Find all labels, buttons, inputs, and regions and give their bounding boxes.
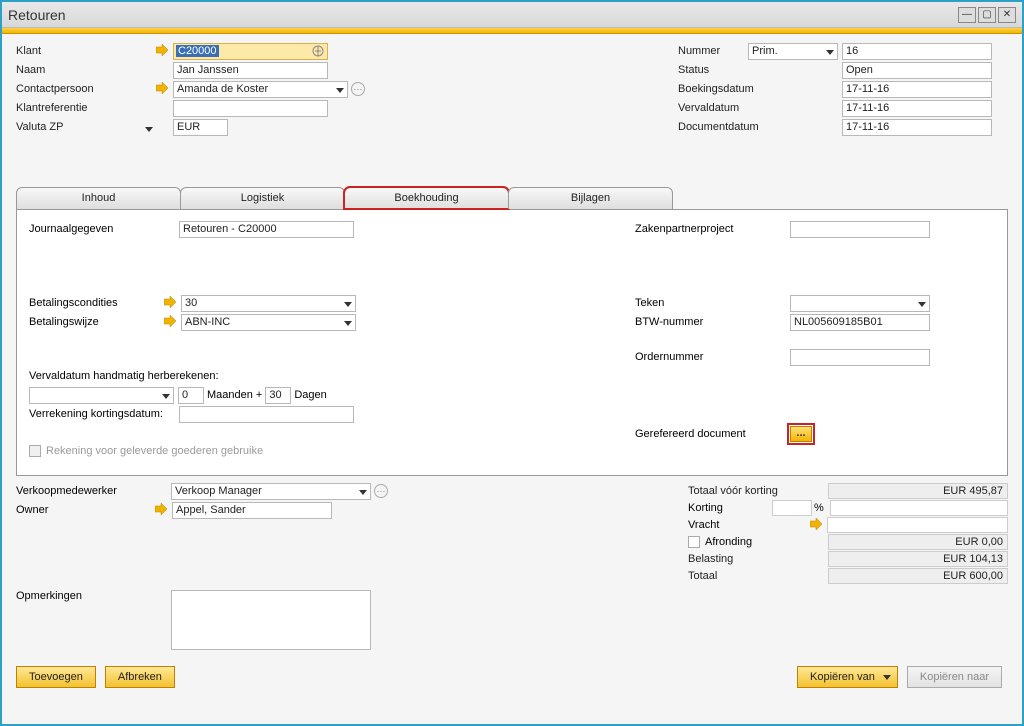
maximize-button[interactable]: ▢ [978, 7, 996, 23]
opmerkingen-label: Opmerkingen [16, 590, 171, 650]
tab-logistiek[interactable]: Logistiek [180, 187, 345, 209]
betcond-field[interactable]: 30 [181, 295, 356, 312]
rekening-checkbox [29, 445, 41, 457]
verkoop-label: Verkoopmedewerker [16, 485, 171, 497]
dagen-unit: Dagen [294, 389, 326, 401]
korting-pct-field[interactable] [772, 500, 812, 516]
window-title: Retouren [8, 7, 958, 23]
tab-bijlagen[interactable]: Bijlagen [508, 187, 673, 209]
belasting-label: Belasting [688, 553, 828, 565]
toevoegen-button[interactable]: Toevoegen [16, 666, 96, 688]
betwijze-field[interactable]: ABN-INC [181, 314, 356, 331]
afronding-value: EUR 0,00 [828, 534, 1008, 550]
korting-value [830, 500, 1008, 516]
klant-label: Klant [16, 45, 156, 57]
verkoop-field[interactable]: Verkoop Manager [171, 483, 371, 500]
belasting-value: EUR 104,13 [828, 551, 1008, 567]
boekingsdatum-field[interactable]: 17-11-16 [842, 81, 992, 98]
kopieren-van-label: Kopiëren van [810, 671, 875, 683]
vervaldatum-label: Vervaldatum [678, 102, 842, 114]
link-arrow-icon[interactable] [164, 315, 178, 329]
kopieren-naar-button: Kopiëren naar [907, 666, 1002, 688]
maanden-field[interactable]: 0 [178, 387, 204, 404]
journaal-field[interactable]: Retouren - C20000 [179, 221, 354, 238]
owner-label: Owner [16, 504, 155, 516]
refdoc-label: Gerefereerd document [635, 428, 790, 440]
betwijze-label: Betalingswijze [29, 316, 164, 328]
proj-field[interactable] [790, 221, 930, 238]
betcond-label: Betalingscondities [29, 297, 164, 309]
valuta-field[interactable]: EUR [173, 119, 228, 136]
afronding-label: Afronding [705, 536, 828, 548]
link-arrow-icon[interactable] [156, 82, 170, 96]
lookup-icon[interactable] [311, 44, 325, 59]
link-arrow-icon[interactable] [156, 44, 170, 58]
vracht-label: Vracht [688, 519, 810, 531]
afronding-checkbox[interactable] [688, 536, 700, 548]
minimize-button[interactable]: — [958, 7, 976, 23]
status-label: Status [678, 64, 842, 76]
status-field: Open [842, 62, 992, 79]
klantref-label: Klantreferentie [16, 102, 156, 114]
proj-label: Zakenpartnerproject [635, 223, 790, 235]
subtotal-value: EUR 495,87 [828, 483, 1008, 499]
boekingsdatum-label: Boekingsdatum [678, 83, 842, 95]
klant-value: C20000 [176, 45, 219, 57]
subtotal-label: Totaal vóór korting [688, 485, 828, 497]
owner-field[interactable]: Appel, Sander [172, 502, 332, 519]
info-icon[interactable]: ⋯ [351, 82, 365, 96]
nummer-series[interactable]: Prim. [748, 43, 838, 60]
vracht-value [827, 517, 1008, 533]
naam-field[interactable]: Jan Janssen [173, 62, 328, 79]
totaal-value: EUR 600,00 [828, 568, 1008, 584]
verrek-field[interactable] [179, 406, 354, 423]
korting-label: Korting [688, 502, 768, 514]
btw-field[interactable]: NL005609185B01 [790, 314, 930, 331]
klant-field[interactable]: C20000 [173, 43, 328, 60]
maanden-unit: Maanden + [207, 389, 262, 401]
verrek-label: Verrekening kortingsdatum: [29, 408, 179, 420]
info-icon[interactable]: ⋯ [374, 484, 388, 498]
nummer-label: Nummer [678, 45, 748, 57]
order-field[interactable] [790, 349, 930, 366]
documentdatum-label: Documentdatum [678, 121, 842, 133]
rekening-label: Rekening voor geleverde goederen gebruik… [46, 445, 263, 457]
contact-label: Contactpersoon [16, 83, 156, 95]
close-button[interactable]: ✕ [998, 7, 1016, 23]
opmerkingen-field[interactable] [171, 590, 371, 650]
totaal-label: Totaal [688, 570, 828, 582]
klantref-field[interactable] [173, 100, 328, 117]
naam-label: Naam [16, 64, 156, 76]
contact-field[interactable]: Amanda de Koster [173, 81, 348, 98]
teken-field[interactable] [790, 295, 930, 312]
afbreken-button[interactable]: Afbreken [105, 666, 175, 688]
btw-label: BTW-nummer [635, 316, 790, 328]
dagen-field[interactable]: 30 [265, 387, 291, 404]
tab-inhoud[interactable]: Inhoud [16, 187, 181, 209]
journaal-label: Journaalgegeven [29, 223, 179, 235]
link-arrow-icon[interactable] [810, 518, 824, 532]
refdoc-button[interactable]: ... [790, 426, 812, 442]
documentdatum-field[interactable]: 17-11-16 [842, 119, 992, 136]
link-arrow-icon[interactable] [164, 296, 178, 310]
vervaldatum-field[interactable]: 17-11-16 [842, 100, 992, 117]
link-arrow-icon[interactable] [155, 503, 169, 517]
kopieren-van-button[interactable]: Kopiëren van [797, 666, 898, 688]
valuta-label[interactable]: Valuta ZP [16, 121, 156, 133]
teken-label: Teken [635, 297, 790, 309]
order-label: Ordernummer [635, 351, 790, 363]
tab-boekhouding[interactable]: Boekhouding [344, 187, 509, 209]
chevron-down-icon [883, 675, 891, 680]
recalc-method[interactable] [29, 387, 174, 404]
korting-unit: % [814, 502, 824, 514]
nummer-field[interactable]: 16 [842, 43, 992, 60]
recalc-label: Vervaldatum handmatig herberekenen: [29, 370, 219, 382]
